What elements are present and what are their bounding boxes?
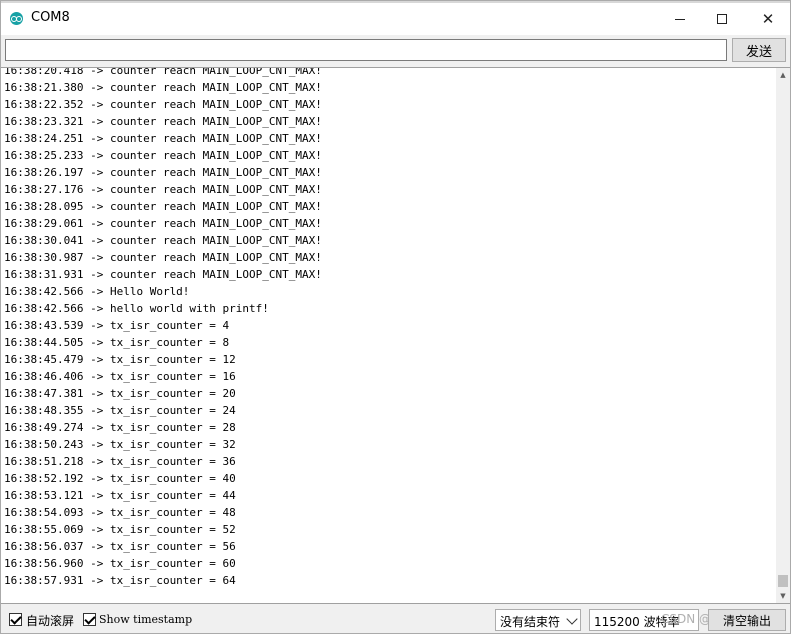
chevron-down-icon (566, 613, 578, 625)
bottom-bar: 自动滚屏 Show timestamp 没有结束符 115200 波特率 CSD… (1, 605, 790, 633)
window-title: COM8 (31, 10, 70, 25)
log-line: 16:38:55.069 -> tx_isr_counter = 52 (4, 523, 236, 536)
close-button[interactable]: ✕ (745, 3, 791, 35)
send-row: 发送 (1, 35, 790, 67)
log-line: 16:38:22.352 -> counter reach MAIN_LOOP_… (4, 98, 322, 111)
log-line: 16:38:20.418 -> counter reach MAIN_LOOP_… (4, 67, 322, 77)
log-line: 16:38:50.243 -> tx_isr_counter = 32 (4, 438, 236, 451)
scroll-down-icon[interactable]: ▼ (776, 589, 790, 603)
minimize-icon (675, 18, 685, 20)
scroll-thumb[interactable] (778, 575, 788, 587)
scroll-up-icon[interactable]: ▲ (776, 68, 790, 82)
log-line: 16:38:31.931 -> counter reach MAIN_LOOP_… (4, 268, 322, 281)
log-line: 16:38:56.960 -> tx_isr_counter = 60 (4, 557, 236, 570)
log-lines: 16:38:20.418 -> counter reach MAIN_LOOP_… (4, 67, 322, 589)
log-line: 16:38:42.566 -> Hello World! (4, 285, 190, 298)
log-line: 16:38:53.121 -> tx_isr_counter = 44 (4, 489, 236, 502)
line-ending-value: 没有结束符 (500, 615, 561, 629)
log-line: 16:38:44.505 -> tx_isr_counter = 8 (4, 336, 230, 349)
log-line: 16:38:54.093 -> tx_isr_counter = 48 (4, 506, 236, 519)
log-line: 16:38:52.192 -> tx_isr_counter = 40 (4, 472, 236, 485)
log-line: 16:38:42.566 -> hello world with printf! (4, 302, 269, 315)
vertical-scrollbar[interactable]: ▲ ▼ (776, 67, 790, 604)
clear-output-button[interactable]: 清空输出 (708, 609, 786, 631)
log-line: 16:38:23.321 -> counter reach MAIN_LOOP_… (4, 115, 322, 128)
log-line: 16:38:43.539 -> tx_isr_counter = 4 (4, 319, 230, 332)
send-button[interactable]: 发送 (732, 38, 786, 62)
log-line: 16:38:57.931 -> tx_isr_counter = 64 (4, 574, 236, 587)
log-line: 16:38:30.987 -> counter reach MAIN_LOOP_… (4, 251, 322, 264)
arduino-icon (10, 12, 23, 25)
maximize-button[interactable] (699, 3, 745, 35)
log-line: 16:38:56.037 -> tx_isr_counter = 56 (4, 540, 236, 553)
log-line: 16:38:24.251 -> counter reach MAIN_LOOP_… (4, 132, 322, 145)
line-ending-select[interactable]: 没有结束符 (495, 609, 581, 631)
log-line: 16:38:28.095 -> counter reach MAIN_LOOP_… (4, 200, 322, 213)
log-line: 16:38:25.233 -> counter reach MAIN_LOOP_… (4, 149, 322, 162)
timestamp-label: Show timestamp (99, 613, 193, 626)
log-line: 16:38:47.381 -> tx_isr_counter = 20 (4, 387, 236, 400)
title-bar: COM8 ✕ (1, 1, 790, 35)
log-line: 16:38:29.061 -> counter reach MAIN_LOOP_… (4, 217, 322, 230)
log-line: 16:38:27.176 -> counter reach MAIN_LOOP_… (4, 183, 322, 196)
log-line: 16:38:30.041 -> counter reach MAIN_LOOP_… (4, 234, 322, 247)
serial-output[interactable]: 16:38:20.418 -> counter reach MAIN_LOOP_… (1, 67, 776, 604)
send-input[interactable] (5, 39, 727, 61)
serial-monitor-window: COM8 ✕ 发送 16:38:20.418 -> counter reach … (0, 0, 791, 634)
timestamp-checkbox[interactable] (83, 613, 96, 626)
minimize-button[interactable] (657, 3, 703, 35)
log-line: 16:38:21.380 -> counter reach MAIN_LOOP_… (4, 81, 322, 94)
log-line: 16:38:48.355 -> tx_isr_counter = 24 (4, 404, 236, 417)
close-icon: ✕ (761, 10, 775, 28)
log-line: 16:38:26.197 -> counter reach MAIN_LOOP_… (4, 166, 322, 179)
log-line: 16:38:49.274 -> tx_isr_counter = 28 (4, 421, 236, 434)
log-line: 16:38:51.218 -> tx_isr_counter = 36 (4, 455, 236, 468)
autoscroll-label: 自动滚屏 (26, 614, 75, 628)
autoscroll-checkbox[interactable] (9, 613, 22, 626)
maximize-icon (717, 14, 727, 24)
log-line: 16:38:46.406 -> tx_isr_counter = 16 (4, 370, 236, 383)
log-line: 16:38:45.479 -> tx_isr_counter = 12 (4, 353, 236, 366)
